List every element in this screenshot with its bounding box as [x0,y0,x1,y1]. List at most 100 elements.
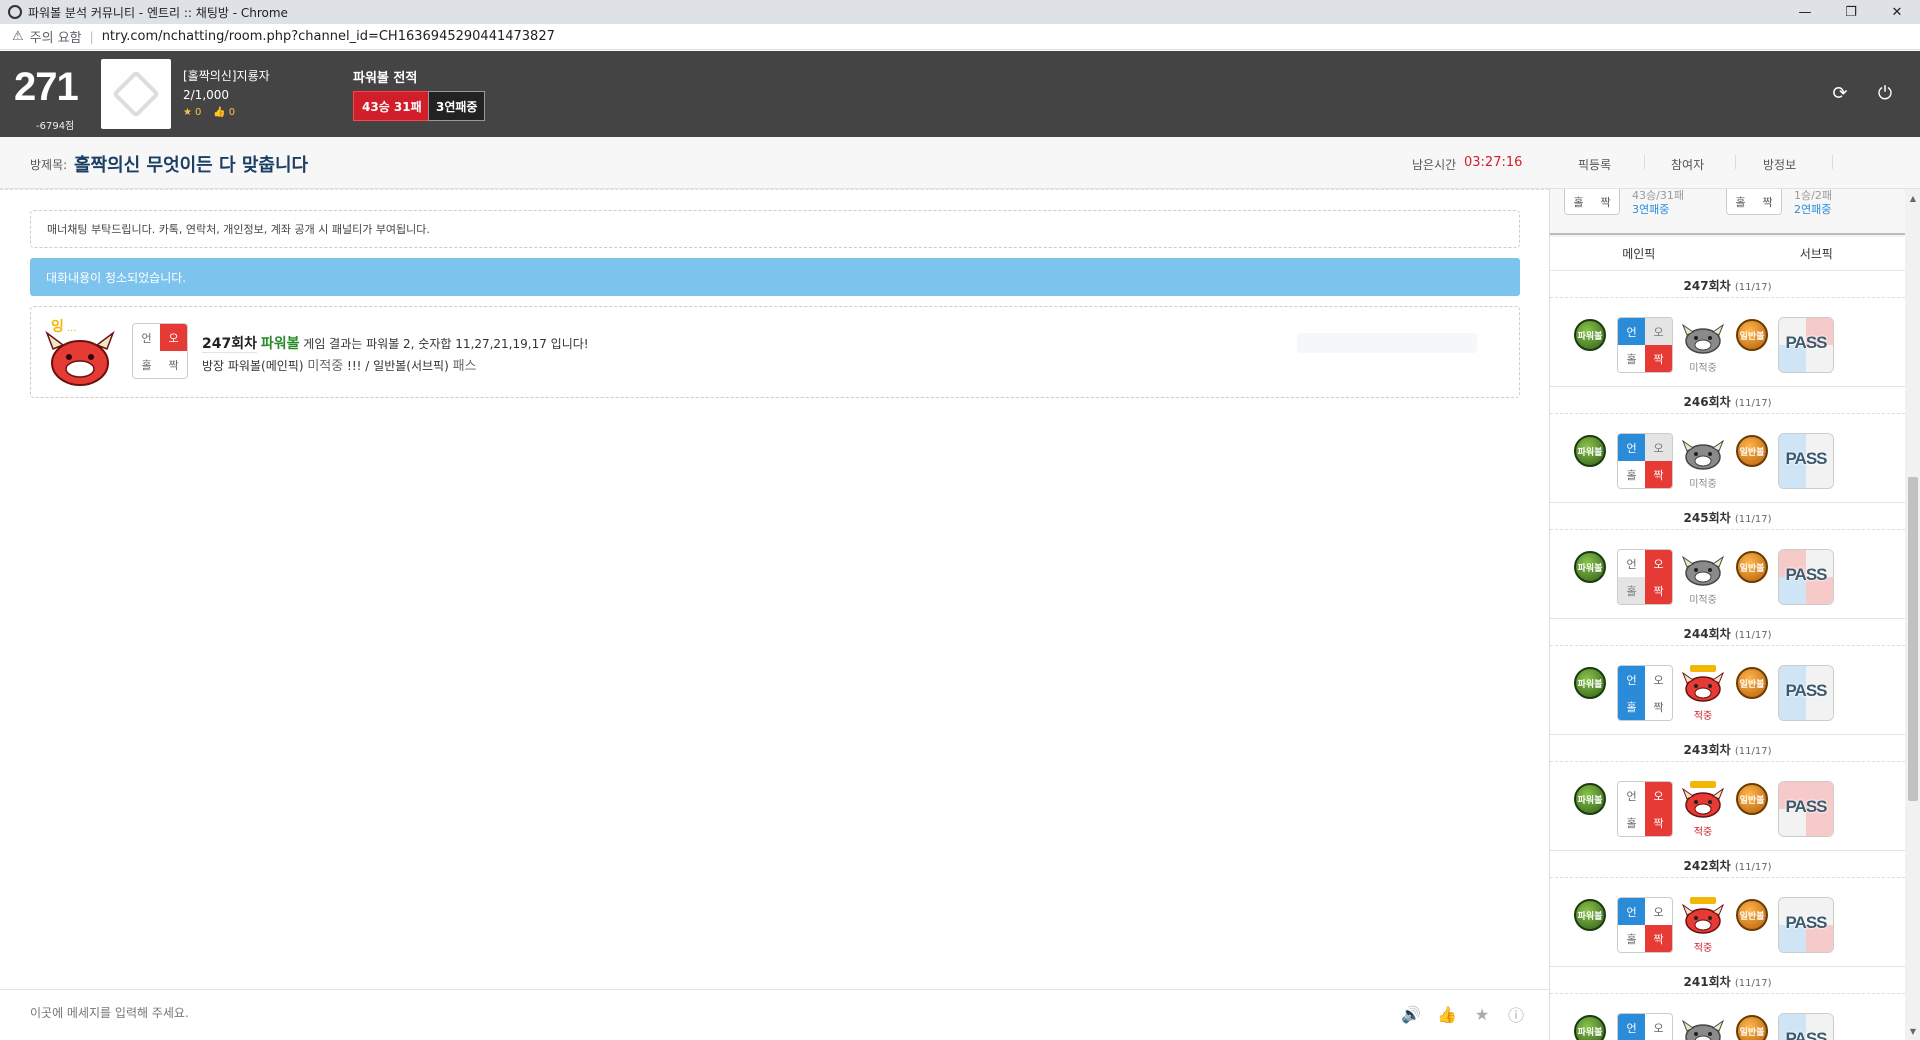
pick-cell-over: 오 [1645,1014,1672,1040]
summary-sub-streak: 2연패중 [1794,203,1832,216]
message-game: 파워볼 [260,336,300,352]
message-round: 247회차 [202,336,257,353]
pass-label: PASS [1785,565,1827,584]
pick-cell-over: 오 [1645,666,1672,693]
address-bar[interactable]: ⚠ 주의 요함 | ntry.com/nchatting/room.php?ch… [0,24,1920,50]
powerball-icon: 파워볼 [1574,899,1606,931]
pass-label: PASS [1785,1029,1827,1040]
star-count: 0 [194,107,202,118]
tab-separator [1832,155,1833,169]
mascot-icon: 잉 ... [45,319,115,386]
url-text[interactable]: ntry.com/nchatting/room.php?channel_id=C… [102,29,555,44]
pick-cell-even: 짝 [1645,925,1672,952]
pick-cell-odd: 홀 [1618,577,1645,604]
user-stats: ★ 0 👍 0 [183,107,235,118]
powerball-icon: 파워볼 [1574,1015,1606,1040]
pick-cell-under: 언 [133,324,160,351]
powerball-icon: 파워볼 [1574,783,1606,815]
alert-icon[interactable]: ⓘ [1506,1004,1526,1025]
round-title: 244회차 (11/17) [1550,625,1905,642]
avatar-placeholder-icon [111,69,161,119]
summary-main-record: 43승/31패 [1632,189,1684,202]
summary-main-grid: 홀 짝 [1564,189,1620,215]
address-separator: | [89,29,94,44]
pick-cell-under: 언 [1618,898,1645,925]
power-icon[interactable]: ⏻ [1873,81,1897,105]
round-number: 247회차 [1683,279,1731,293]
hit-mascot-icon [1682,665,1724,702]
pick-cell-over: 오 [1645,318,1672,345]
round-date: (11/17) [1734,746,1772,757]
scroll-down-icon[interactable]: ▼ [1908,1026,1918,1036]
message-sub-result: 패스 [452,359,477,374]
speaker-icon[interactable]: 🔊 [1401,1004,1421,1024]
round-number: 241회차 [1683,975,1731,989]
round-date: (11/17) [1734,630,1772,641]
thumbs-up-icon: 👍 [213,107,226,118]
round-number: 243회차 [1683,743,1731,757]
avatar[interactable] [101,59,171,129]
pick-cell-odd: 홀 [1618,925,1645,952]
pick-cell-over: 오 [1645,782,1672,809]
main-pick-grid: 언 오 홀 짝 [1617,433,1673,489]
round-row: 241회차 (11/17) 파워볼 언 오 홀 짝 일반볼 PASS [1550,967,1905,1040]
refresh-icon[interactable]: ⟳ [1828,81,1852,105]
like-stat: 👍 0 [213,107,235,118]
member-count: 2/1,000 [183,88,230,102]
pick-cell-under: 언 [1618,550,1645,577]
sidebar-column-header: 메인픽 서브픽 [1550,237,1905,271]
powerball-icon: 파워볼 [1574,435,1606,467]
powerball-icon: 파워볼 [1574,551,1606,583]
round-title: 245회차 (11/17) [1550,509,1905,526]
star-icon[interactable]: ★ [1472,1004,1492,1024]
star-icon: ★ [183,107,192,118]
sidebar-summary: 홀 짝 43승/31패 3연패중 홀 짝 1승/2패 2연패중 [1550,189,1905,235]
pass-label: PASS [1785,333,1827,352]
summary-sub: 1승/2패 2연패중 [1794,189,1832,217]
powerball-icon: 파워볼 [1574,667,1606,699]
normalball-icon: 일반볼 [1736,435,1768,467]
miss-mascot-icon [1682,323,1724,354]
pick-history-sidebar[interactable]: 홀 짝 43승/31패 3연패중 홀 짝 1승/2패 2연패중 메인픽 서브픽 … [1549,189,1920,1040]
message-input[interactable] [30,1006,1330,1020]
message-result-text: 게임 결과는 파워볼 2, 숫자합 11,27,21,19,17 입니다! [303,337,589,351]
warning-icon[interactable]: ⚠ [12,29,24,44]
round-row: 242회차 (11/17) 파워볼 언 오 홀 짝 적중 일반볼 PASS [1550,851,1905,967]
round-date: (11/17) [1734,978,1772,989]
round-divider [1550,413,1905,414]
thumbs-up-icon[interactable]: 👍 [1437,1004,1457,1024]
result-message: 잉 ... 언 오 홀 짝 247회차 파워볼 게임 결과는 파워볼 2, 숫자… [30,306,1520,398]
pick-cell-under: 언 [1618,434,1645,461]
round-row: 245회차 (11/17) 파워볼 언 오 홀 짝 미적중 일반볼 PASS [1550,503,1905,619]
tab-participants[interactable]: 참여자 [1671,156,1704,173]
round-title: 246회차 (11/17) [1550,393,1905,410]
room-title-prefix: 방제목: [30,158,68,172]
summary-sub-grid: 홀 짝 [1726,189,1782,215]
svg-text:...: ... [67,323,77,334]
close-icon[interactable]: ✕ [1874,0,1920,24]
pick-cell-even: 짝 [1645,809,1672,836]
chat-area[interactable]: 매너채팅 부탁드립니다. 카톡, 연락처, 개인정보, 계좌 공개 시 패널티가… [0,189,1549,989]
svg-text:잉: 잉 [51,319,64,335]
user-score: 271 [14,65,79,109]
pass-label: PASS [1785,797,1827,816]
summary-even: 짝 [1762,195,1773,209]
pick-cell-even: 짝 [1645,577,1672,604]
restore-icon[interactable]: ❐ [1828,0,1874,24]
round-result: 미적중 [1689,363,1717,374]
tab-pick-register[interactable]: 픽등록 [1578,156,1611,173]
scrollbar[interactable]: ▲ ▼ [1905,189,1920,1040]
minimize-icon[interactable]: — [1782,0,1828,24]
remaining-time-label: 남은시간 [1412,158,1457,172]
message-line-2: 방장 파워볼(메인픽) 미적중 !!! / 일반볼(서브픽) 패스 [202,355,477,374]
scroll-up-icon[interactable]: ▲ [1908,193,1918,203]
tab-room-info[interactable]: 방정보 [1763,156,1796,173]
user-points: -6794점 [36,121,75,132]
pass-label: PASS [1785,449,1827,468]
pick-cell-over: 오 [1645,434,1672,461]
summary-main: 43승/31패 3연패중 [1632,189,1684,217]
scrollbar-thumb[interactable] [1908,477,1918,801]
round-number: 245회차 [1683,511,1731,525]
round-row: 247회차 (11/17) 파워볼 언 오 홀 짝 미적중 일반볼 PASS [1550,271,1905,387]
security-label[interactable]: 주의 요함 [30,27,82,46]
